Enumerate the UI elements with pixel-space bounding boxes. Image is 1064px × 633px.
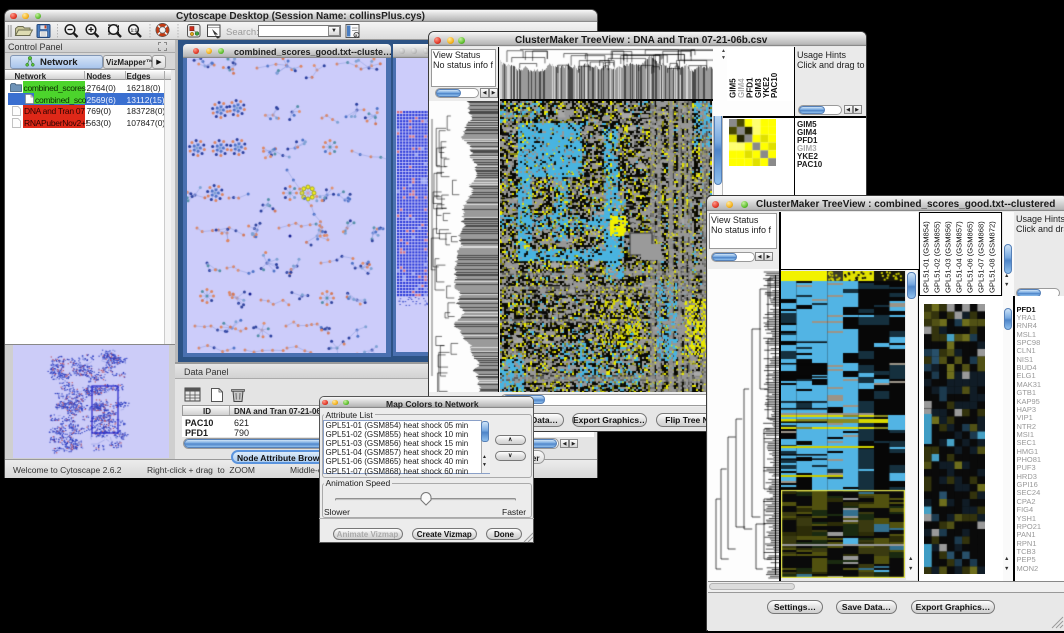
svg-text:1:1: 1:1 bbox=[131, 28, 138, 33]
svg-text:PAC10: PAC10 bbox=[770, 72, 779, 98]
svg-text:GPL51-07 (GSM868): GPL51-07 (GSM868) bbox=[976, 220, 985, 292]
svg-text:GPL51-08 (GSM872): GPL51-08 (GSM872) bbox=[987, 220, 996, 292]
svg-text:GPL51-06 (GSM865): GPL51-06 (GSM865) bbox=[965, 220, 974, 292]
svg-text:GPL51-04 (GSM857): GPL51-04 (GSM857) bbox=[954, 220, 963, 292]
svg-text:GPL51-03 (GSM856): GPL51-03 (GSM856) bbox=[943, 220, 952, 292]
svg-text:GPL51-01 (GSM854): GPL51-01 (GSM854) bbox=[921, 220, 930, 292]
svg-text:GPL51-02 (GSM855): GPL51-02 (GSM855) bbox=[932, 220, 941, 292]
